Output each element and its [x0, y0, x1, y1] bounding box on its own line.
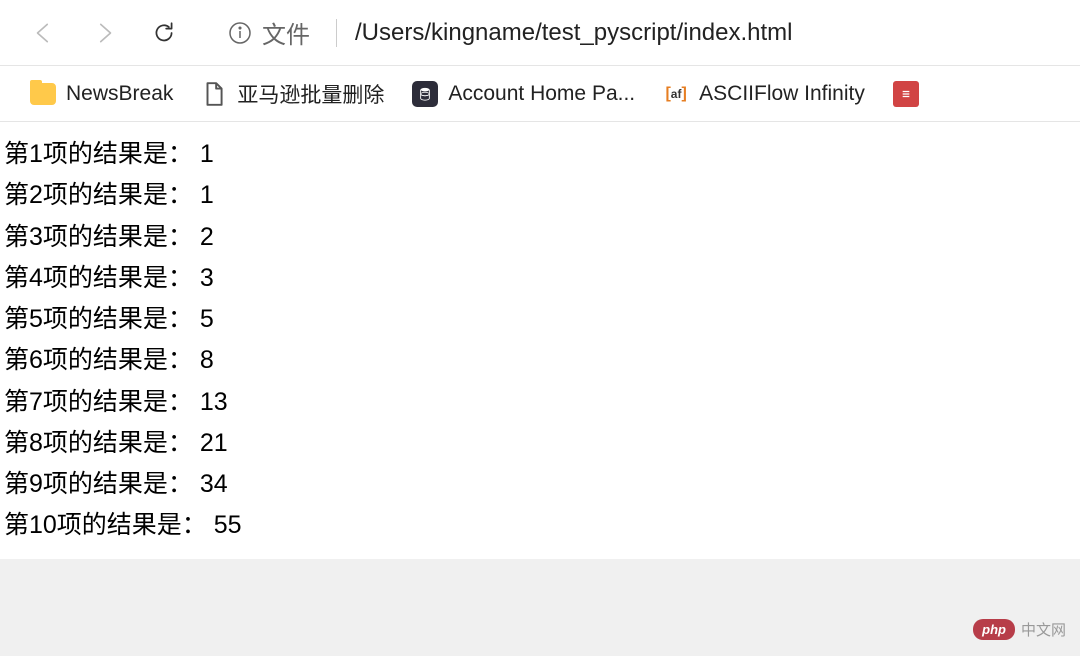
result-line: 第1项的结果是： 1: [4, 134, 1076, 175]
reload-icon: [151, 20, 177, 46]
bookmark-red[interactable]: [893, 81, 919, 107]
address-bar[interactable]: 文件 /Users/kingname/test_pyscript/index.h…: [228, 15, 1050, 50]
url-label: 文件: [262, 15, 310, 50]
forward-button[interactable]: [90, 19, 118, 47]
asciiflow-icon: [af]: [663, 81, 689, 107]
url-separator: [336, 19, 337, 47]
arrow-left-icon: [31, 20, 57, 46]
result-line: 第5项的结果是： 5: [4, 299, 1076, 340]
result-line: 第7项的结果是： 13: [4, 382, 1076, 423]
bookmark-label: Account Home Pa...: [448, 82, 635, 106]
result-line: 第4项的结果是： 3: [4, 258, 1076, 299]
bookmark-amazon[interactable]: 亚马逊批量删除: [201, 79, 384, 109]
result-line: 第9项的结果是： 34: [4, 464, 1076, 505]
watermark: php 中文网: [973, 619, 1066, 640]
info-icon: [228, 21, 252, 45]
result-line: 第10项的结果是： 55: [4, 505, 1076, 546]
url-path: /Users/kingname/test_pyscript/index.html: [355, 19, 793, 47]
nav-buttons: [30, 19, 178, 47]
page-content: 第1项的结果是： 1第2项的结果是： 1第3项的结果是： 2第4项的结果是： 3…: [0, 122, 1080, 559]
watermark-text: 中文网: [1021, 619, 1066, 640]
reload-button[interactable]: [150, 19, 178, 47]
bookmark-account-home[interactable]: Account Home Pa...: [412, 81, 635, 107]
database-icon: [412, 81, 438, 107]
bookmark-label: 亚马逊批量删除: [237, 79, 384, 109]
arrow-right-icon: [91, 20, 117, 46]
result-line: 第2项的结果是： 1: [4, 175, 1076, 216]
site-info-button[interactable]: [228, 21, 252, 45]
bookmark-label: ASCIIFlow Infinity: [699, 82, 865, 106]
bookmark-label: NewsBreak: [66, 82, 173, 106]
result-line: 第3项的结果是： 2: [4, 217, 1076, 258]
file-icon: [201, 81, 227, 107]
browser-toolbar: 文件 /Users/kingname/test_pyscript/index.h…: [0, 0, 1080, 66]
result-line: 第8项的结果是： 21: [4, 423, 1076, 464]
bookmark-asciiflow[interactable]: [af] ASCIIFlow Infinity: [663, 81, 865, 107]
browser-chrome: 文件 /Users/kingname/test_pyscript/index.h…: [0, 0, 1080, 122]
watermark-logo: php: [973, 619, 1015, 640]
red-square-icon: [893, 81, 919, 107]
result-line: 第6项的结果是： 8: [4, 340, 1076, 381]
folder-icon: [30, 81, 56, 107]
bookmark-newsbreak[interactable]: NewsBreak: [30, 81, 173, 107]
back-button[interactable]: [30, 19, 58, 47]
bookmarks-bar: NewsBreak 亚马逊批量删除 Account Home Pa...: [0, 66, 1080, 122]
